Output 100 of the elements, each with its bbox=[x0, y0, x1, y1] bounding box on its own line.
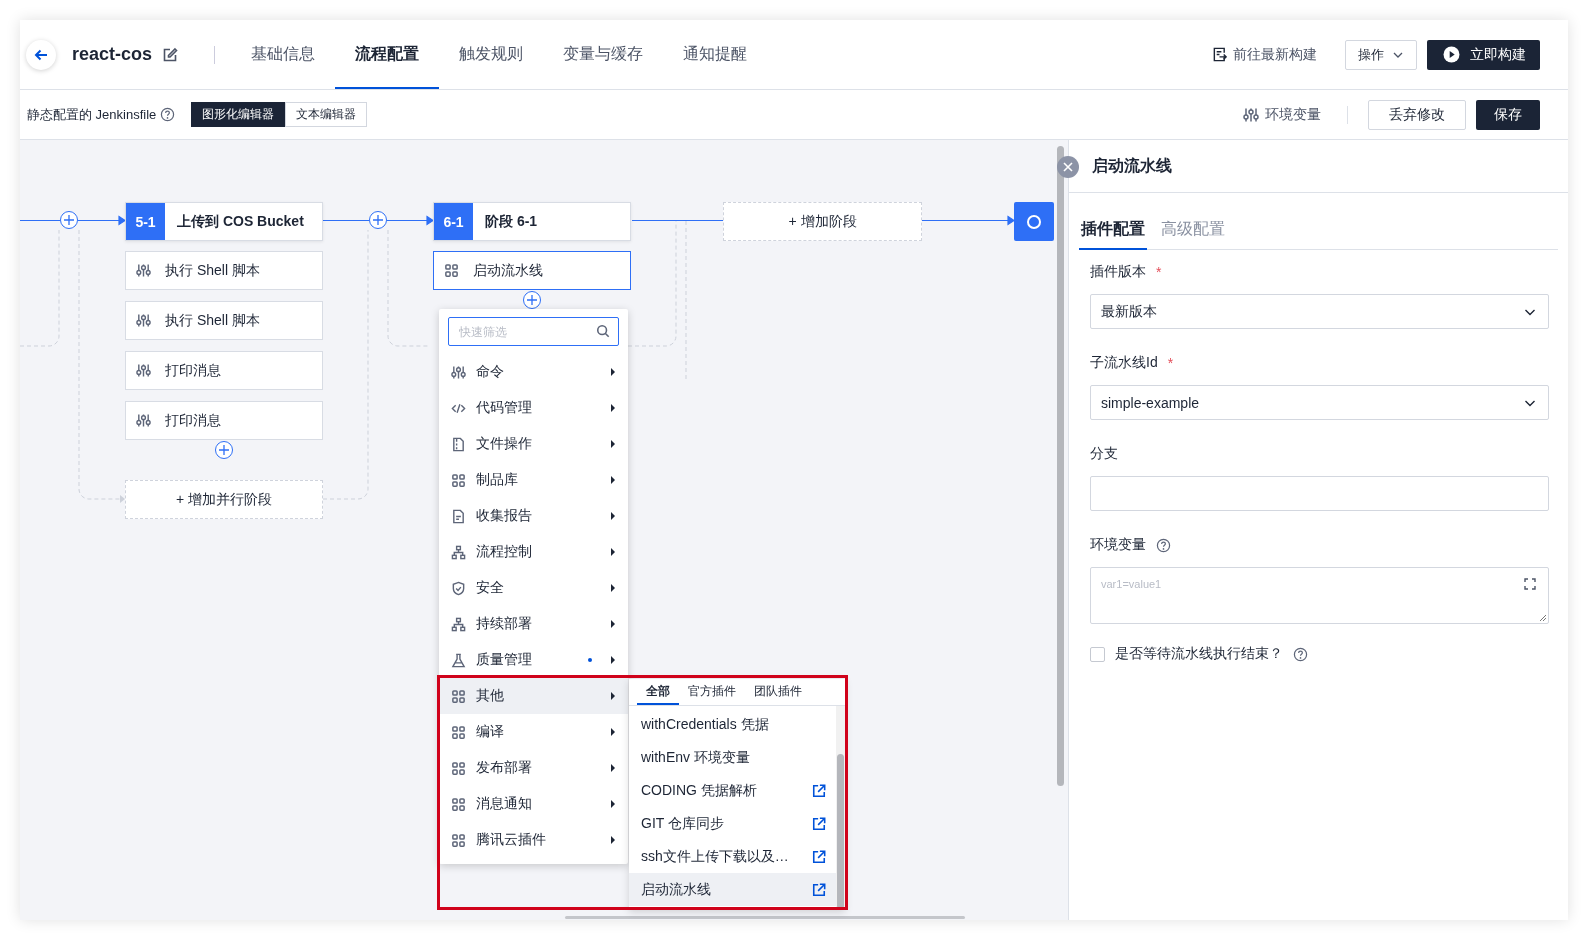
sliders-icon bbox=[136, 363, 151, 378]
add-button[interactable] bbox=[523, 291, 541, 309]
menu-item[interactable]: 消息通知 bbox=[439, 786, 628, 822]
menu-item[interactable]: 质量管理 bbox=[439, 642, 628, 678]
select-field[interactable]: 最新版本 bbox=[1090, 294, 1549, 329]
menu-item[interactable]: 发布部署 bbox=[439, 750, 628, 786]
nav-tab[interactable]: 通知提醒 bbox=[663, 22, 768, 89]
menu-item[interactable]: 代码管理 bbox=[439, 390, 628, 426]
plugin-item[interactable]: GIT 仓库同步 bbox=[629, 807, 836, 840]
grid-icon bbox=[451, 688, 466, 704]
plus-icon bbox=[219, 445, 229, 455]
play-icon bbox=[1443, 46, 1460, 63]
panel-tab[interactable]: 插件配置 bbox=[1079, 210, 1147, 250]
jenkinsfile-label: 静态配置的 Jenkinsfile bbox=[27, 105, 157, 124]
filter-tab[interactable]: 全部 bbox=[637, 679, 679, 705]
grid-icon bbox=[451, 832, 466, 848]
expand-icon[interactable] bbox=[1524, 578, 1536, 590]
env-vars-button[interactable]: 环境变量 bbox=[1237, 104, 1327, 125]
external-link-icon[interactable] bbox=[812, 849, 826, 864]
external-link-icon[interactable] bbox=[812, 816, 826, 831]
plugin-item[interactable]: CODING 凭据解析 bbox=[629, 774, 836, 807]
menu-item[interactable]: 其他 bbox=[439, 678, 628, 714]
plus-icon bbox=[64, 215, 74, 225]
save-button[interactable]: 保存 bbox=[1476, 99, 1540, 130]
scrollbar[interactable] bbox=[1057, 146, 1064, 786]
filter-tab[interactable]: 团队插件 bbox=[745, 679, 811, 705]
select-field[interactable]: simple-example bbox=[1090, 385, 1549, 420]
plugin-item[interactable]: 启动流水线 bbox=[629, 873, 836, 906]
plugin-item[interactable]: ssh文件上传下载以及… bbox=[629, 840, 836, 873]
scrollbar[interactable] bbox=[565, 916, 965, 919]
latest-build-link[interactable]: 前往最新构建 bbox=[1206, 44, 1323, 65]
step-card[interactable]: 启动流水线 bbox=[433, 251, 631, 290]
nav-tab[interactable]: 触发规则 bbox=[439, 22, 544, 89]
stage-header[interactable]: 6-1 阶段 6-1 bbox=[433, 202, 631, 241]
plugin-item[interactable]: withCredentials 凭据 bbox=[629, 708, 836, 741]
add-button[interactable] bbox=[215, 441, 233, 459]
stage-name: 上传到 COS Bucket bbox=[177, 212, 304, 231]
required-mark: * bbox=[1167, 355, 1174, 371]
caret-right-icon bbox=[610, 512, 616, 520]
add-parallel-stage-button[interactable]: + 增加并行阶段 bbox=[125, 480, 323, 519]
hierarchy-icon bbox=[451, 544, 466, 560]
caret-right-icon bbox=[610, 692, 616, 700]
stage-header[interactable]: 5-1 上传到 COS Bucket bbox=[125, 202, 323, 241]
nav-tab[interactable]: 基础信息 bbox=[231, 22, 336, 89]
plus-icon bbox=[373, 215, 383, 225]
plugin-item[interactable]: withEnv 环境变量 bbox=[629, 741, 836, 774]
step-card[interactable]: 执行 Shell 脚本 bbox=[125, 301, 323, 340]
add-button[interactable] bbox=[60, 211, 78, 229]
nav-tab[interactable]: 流程配置 bbox=[335, 22, 440, 89]
back-button[interactable] bbox=[26, 39, 56, 70]
add-stage-button[interactable]: + 增加阶段 bbox=[723, 202, 922, 241]
build-log-icon bbox=[1212, 47, 1227, 62]
menu-item[interactable]: 文件操作 bbox=[439, 426, 628, 462]
grid-icon bbox=[444, 263, 459, 278]
grid-icon bbox=[451, 796, 466, 812]
filter-tab[interactable]: 官方插件 bbox=[679, 679, 745, 705]
field-label: 子流水线Id bbox=[1090, 354, 1158, 372]
nav-tab[interactable]: 变量与缓存 bbox=[543, 22, 664, 89]
close-icon bbox=[1063, 162, 1073, 172]
search-field[interactable]: 快速筛选 bbox=[448, 317, 619, 346]
menu-item[interactable]: 安全 bbox=[439, 570, 628, 606]
menu-item[interactable]: 流程控制 bbox=[439, 534, 628, 570]
external-link-icon[interactable] bbox=[812, 882, 826, 897]
grid-icon bbox=[451, 472, 466, 488]
step-card[interactable]: 打印消息 bbox=[125, 351, 323, 390]
required-mark: * bbox=[1156, 264, 1162, 280]
editor-mode-toggle[interactable]: 文本编辑器 bbox=[285, 102, 368, 127]
sliders-icon bbox=[136, 313, 151, 328]
checkbox-label: 是否等待流水线执行结束？ bbox=[1115, 645, 1283, 663]
field-label: 插件版本 bbox=[1090, 263, 1146, 281]
menu-item[interactable]: 持续部署 bbox=[439, 606, 628, 642]
menu-item[interactable]: 命令 bbox=[439, 354, 628, 390]
add-button[interactable] bbox=[369, 211, 387, 229]
edit-icon[interactable] bbox=[162, 46, 179, 63]
editor-mode-toggle[interactable]: 图形化编辑器 bbox=[191, 102, 286, 127]
menu-item[interactable]: 收集报告 bbox=[439, 498, 628, 534]
close-button[interactable] bbox=[1057, 156, 1079, 178]
project-title: react-cos bbox=[72, 44, 153, 65]
menu-item[interactable]: 腾讯云插件 bbox=[439, 822, 628, 858]
file-icon bbox=[451, 436, 466, 452]
plus-icon bbox=[527, 295, 537, 305]
menu-item[interactable]: 制品库 bbox=[439, 462, 628, 498]
input-field[interactable] bbox=[1090, 476, 1549, 511]
step-card[interactable]: 打印消息 bbox=[125, 401, 323, 440]
build-now-button[interactable]: 立即构建 bbox=[1427, 39, 1540, 70]
step-card[interactable]: 执行 Shell 脚本 bbox=[125, 251, 323, 290]
discard-button[interactable]: 丢弃修改 bbox=[1368, 99, 1466, 130]
panel-title: 启动流水线 bbox=[1092, 155, 1172, 176]
checkbox[interactable] bbox=[1090, 646, 1105, 662]
caret-right-icon bbox=[610, 368, 616, 376]
menu-item[interactable]: 编译 bbox=[439, 714, 628, 750]
scrollbar[interactable] bbox=[837, 754, 844, 909]
external-link-icon[interactable] bbox=[812, 783, 826, 798]
search-icon bbox=[596, 324, 610, 338]
sliders-icon bbox=[1243, 106, 1259, 123]
help-icon bbox=[160, 107, 176, 122]
circle-icon bbox=[1026, 213, 1042, 230]
sliders-icon bbox=[136, 413, 151, 428]
actions-dropdown[interactable]: 操作 bbox=[1345, 39, 1417, 70]
caret-right-icon bbox=[610, 836, 616, 844]
